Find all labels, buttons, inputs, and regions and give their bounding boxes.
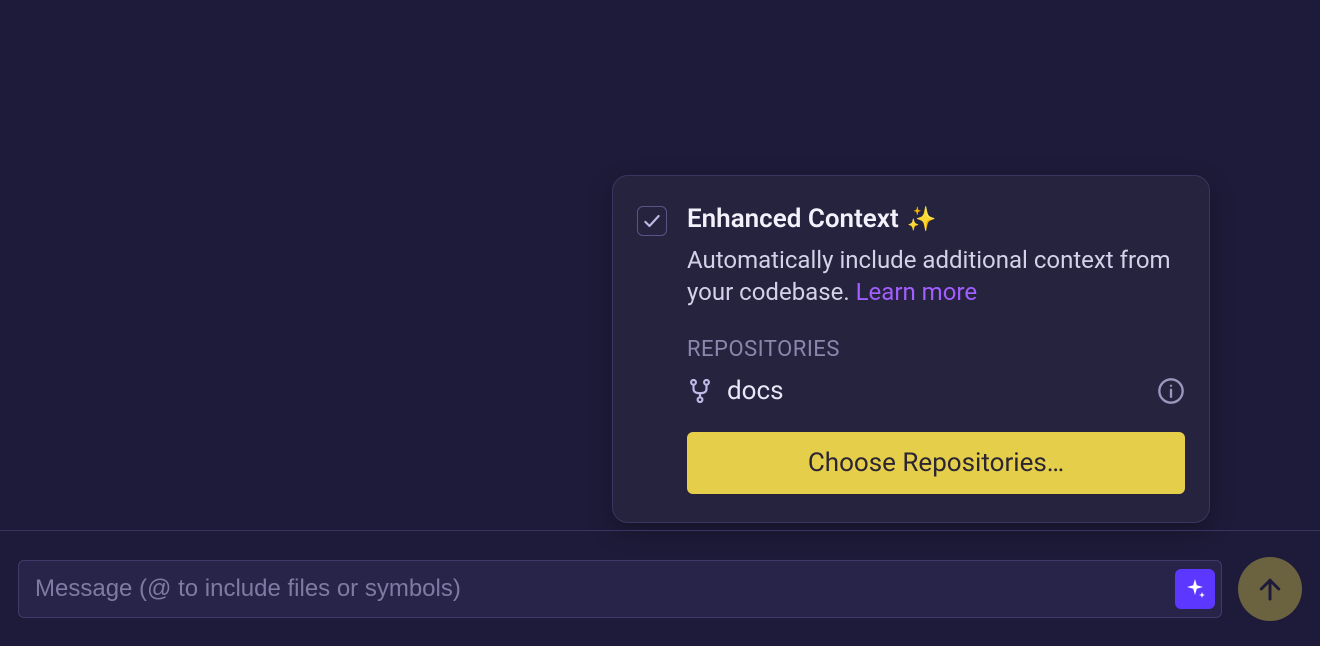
sparkles-emoji-icon: ✨ bbox=[907, 205, 937, 233]
message-input[interactable] bbox=[35, 575, 1175, 603]
repositories-label: REPOSITORIES bbox=[687, 337, 1185, 362]
arrow-up-icon bbox=[1255, 574, 1285, 604]
sparkles-icon bbox=[1183, 577, 1207, 601]
git-branch-icon bbox=[687, 378, 713, 404]
check-icon bbox=[642, 211, 662, 231]
repository-name: docs bbox=[727, 376, 784, 406]
enhanced-context-popover: Enhanced Context ✨ Automatically include… bbox=[612, 175, 1210, 523]
choose-repositories-button[interactable]: Choose Repositories… bbox=[687, 432, 1185, 494]
bottom-bar bbox=[0, 530, 1320, 646]
popover-title-text: Enhanced Context bbox=[687, 204, 899, 234]
message-input-wrap bbox=[18, 560, 1222, 618]
enhanced-context-checkbox[interactable] bbox=[637, 206, 667, 236]
popover-header-row: Enhanced Context ✨ Automatically include… bbox=[637, 204, 1185, 309]
send-button[interactable] bbox=[1238, 557, 1302, 621]
repository-row: docs bbox=[687, 376, 1185, 406]
popover-description: Automatically include additional context… bbox=[687, 244, 1185, 309]
repository-info-button[interactable] bbox=[1157, 377, 1185, 405]
popover-text: Enhanced Context ✨ Automatically include… bbox=[687, 204, 1185, 309]
info-icon bbox=[1157, 377, 1185, 405]
learn-more-link[interactable]: Learn more bbox=[856, 278, 977, 306]
repository-item[interactable]: docs bbox=[687, 376, 784, 406]
popover-title: Enhanced Context ✨ bbox=[687, 204, 1185, 234]
enhanced-context-toggle-button[interactable] bbox=[1175, 569, 1215, 609]
